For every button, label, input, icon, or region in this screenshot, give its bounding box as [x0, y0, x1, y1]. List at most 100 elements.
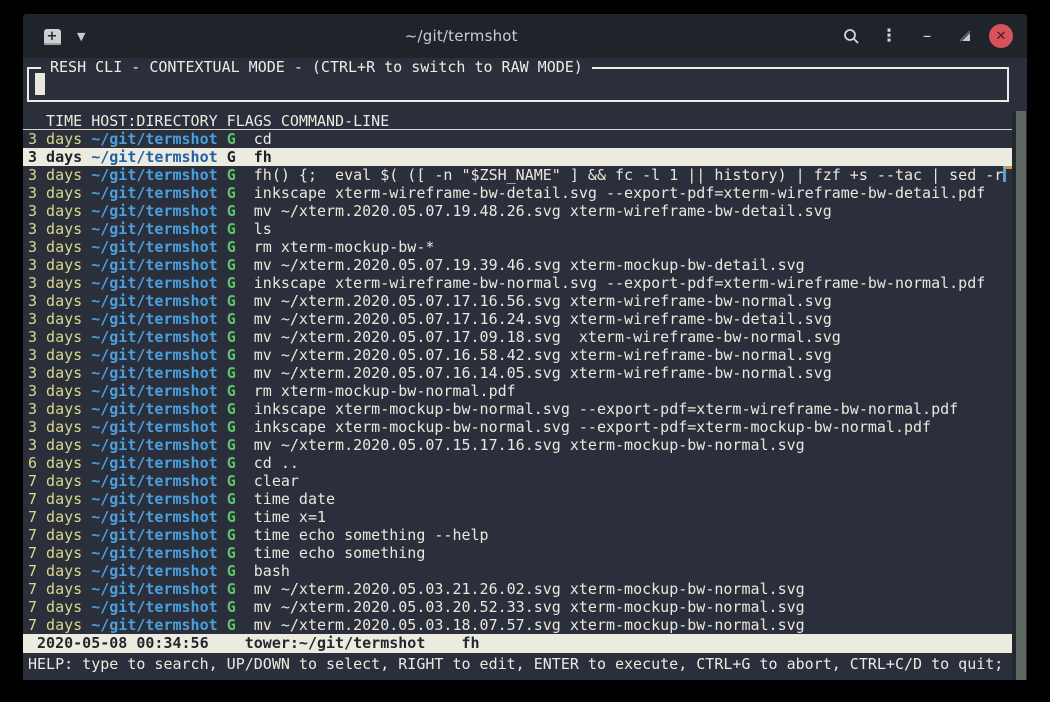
- scrollbar[interactable]: [1012, 111, 1027, 680]
- row-flag: G: [227, 346, 236, 364]
- row-time: 7 days: [28, 472, 82, 490]
- history-row[interactable]: 3 days ~/git/termshot G rm xterm-mockup-…: [23, 238, 1027, 256]
- row-flag: G: [227, 184, 236, 202]
- row-command: bash: [254, 562, 290, 580]
- row-flag: G: [227, 400, 236, 418]
- row-command: ls: [254, 220, 272, 238]
- history-row[interactable]: 3 days ~/git/termshot G mv ~/xterm.2020.…: [23, 292, 1027, 310]
- text-cursor: [35, 73, 45, 95]
- history-row[interactable]: 7 days ~/git/termshot G mv ~/xterm.2020.…: [23, 580, 1027, 598]
- row-directory: ~/git/termshot: [91, 166, 217, 184]
- row-time: 3 days: [28, 130, 82, 148]
- history-row[interactable]: 3 days ~/git/termshot G mv ~/xterm.2020.…: [23, 310, 1027, 328]
- history-row[interactable]: 3 days ~/git/termshot G fh() {; eval $( …: [23, 166, 1027, 184]
- scrollbar-thumb[interactable]: [1016, 111, 1026, 680]
- row-command: mv ~/xterm.2020.05.03.18.07.57.svg xterm…: [254, 616, 805, 634]
- minimize-button[interactable]: –: [913, 22, 941, 50]
- row-command: inkscape xterm-mockup-bw-normal.svg --ex…: [254, 418, 931, 436]
- history-row[interactable]: 7 days ~/git/termshot G time date: [23, 490, 1027, 508]
- history-row[interactable]: 3 days ~/git/termshot G inkscape xterm-w…: [23, 274, 1027, 292]
- row-command: time echo something: [254, 544, 426, 562]
- history-row[interactable]: 3 days ~/git/termshot G mv ~/xterm.2020.…: [23, 346, 1027, 364]
- row-time: 3 days: [28, 346, 82, 364]
- row-time: 3 days: [28, 256, 82, 274]
- history-row[interactable]: 7 days ~/git/termshot G clear: [23, 472, 1027, 490]
- row-flag: G: [227, 166, 236, 184]
- history-row[interactable]: 3 days ~/git/termshot G fh: [23, 148, 1027, 166]
- history-row[interactable]: 7 days ~/git/termshot G time echo someth…: [23, 526, 1027, 544]
- row-directory: ~/git/termshot: [91, 256, 217, 274]
- chevron-down-icon[interactable]: ▼: [77, 30, 85, 43]
- row-time: 6 days: [28, 454, 82, 472]
- history-row[interactable]: 3 days ~/git/termshot G mv ~/xterm.2020.…: [23, 202, 1027, 220]
- row-directory: ~/git/termshot: [91, 148, 217, 166]
- history-row[interactable]: 3 days ~/git/termshot G inkscape xterm-w…: [23, 184, 1027, 202]
- menu-button[interactable]: ⋮: [875, 22, 903, 50]
- new-tab-button[interactable]: +: [41, 27, 63, 45]
- history-row[interactable]: 7 days ~/git/termshot G time echo someth…: [23, 544, 1027, 562]
- history-row[interactable]: 3 days ~/git/termshot G ls: [23, 220, 1027, 238]
- row-directory: ~/git/termshot: [91, 490, 217, 508]
- row-command: time date: [254, 490, 335, 508]
- restore-icon: [959, 30, 971, 42]
- titlebar: + ▼ ~/git/termshot ⋮ –: [23, 14, 1027, 58]
- row-time: 3 days: [28, 400, 82, 418]
- row-time: 3 days: [28, 148, 82, 166]
- row-time: 3 days: [28, 364, 82, 382]
- row-flag: G: [227, 130, 236, 148]
- row-flag: G: [227, 310, 236, 328]
- row-time: 3 days: [28, 202, 82, 220]
- row-time: 3 days: [28, 328, 82, 346]
- row-directory: ~/git/termshot: [91, 274, 217, 292]
- row-directory: ~/git/termshot: [91, 418, 217, 436]
- close-button[interactable]: ✕: [989, 24, 1013, 48]
- row-directory: ~/git/termshot: [91, 292, 217, 310]
- history-row[interactable]: 3 days ~/git/termshot G mv ~/xterm.2020.…: [23, 436, 1027, 454]
- row-flag: G: [227, 238, 236, 256]
- row-command: clear: [254, 472, 299, 490]
- row-directory: ~/git/termshot: [91, 400, 217, 418]
- row-flag: G: [227, 328, 236, 346]
- row-time: 3 days: [28, 220, 82, 238]
- history-row[interactable]: 3 days ~/git/termshot G mv ~/xterm.2020.…: [23, 256, 1027, 274]
- row-flag: G: [227, 292, 236, 310]
- resh-search-input[interactable]: RESH CLI - CONTEXTUAL MODE - (CTRL+R to …: [27, 67, 1009, 102]
- row-command: mv ~/xterm.2020.05.07.17.09.18.svg xterm…: [254, 328, 841, 346]
- row-flag: G: [227, 364, 236, 382]
- row-time: 7 days: [28, 562, 82, 580]
- row-time: 7 days: [28, 490, 82, 508]
- row-time: 3 days: [28, 418, 82, 436]
- history-row[interactable]: 7 days ~/git/termshot G time x=1: [23, 508, 1027, 526]
- search-button[interactable]: [837, 22, 865, 50]
- row-directory: ~/git/termshot: [91, 580, 217, 598]
- row-command: mv ~/xterm.2020.05.07.17.16.56.svg xterm…: [254, 292, 832, 310]
- new-tab-icon: +: [44, 29, 61, 43]
- history-row[interactable]: 7 days ~/git/termshot G bash: [23, 562, 1027, 580]
- history-row[interactable]: 3 days ~/git/termshot G rm xterm-mockup-…: [23, 382, 1027, 400]
- row-time: 7 days: [28, 616, 82, 634]
- history-row[interactable]: 3 days ~/git/termshot G inkscape xterm-m…: [23, 400, 1027, 418]
- history-row[interactable]: 3 days ~/git/termshot G mv ~/xterm.2020.…: [23, 364, 1027, 382]
- row-time: 7 days: [28, 598, 82, 616]
- history-row[interactable]: 3 days ~/git/termshot G cd: [23, 130, 1027, 148]
- row-directory: ~/git/termshot: [91, 310, 217, 328]
- row-flag: G: [227, 526, 236, 544]
- row-command: time echo something --help: [254, 526, 489, 544]
- restore-button[interactable]: [951, 22, 979, 50]
- row-flag: G: [227, 544, 236, 562]
- history-row[interactable]: 7 days ~/git/termshot G mv ~/xterm.2020.…: [23, 616, 1027, 634]
- row-command: mv ~/xterm.2020.05.07.16.58.42.svg xterm…: [254, 346, 832, 364]
- row-directory: ~/git/termshot: [91, 382, 217, 400]
- row-time: 3 days: [28, 382, 82, 400]
- history-row[interactable]: 3 days ~/git/termshot G mv ~/xterm.2020.…: [23, 328, 1027, 346]
- kebab-menu-icon: ⋮: [881, 26, 898, 46]
- history-row[interactable]: 3 days ~/git/termshot G inkscape xterm-m…: [23, 418, 1027, 436]
- row-directory: ~/git/termshot: [91, 616, 217, 634]
- history-row[interactable]: 6 days ~/git/termshot G cd ..: [23, 454, 1027, 472]
- row-time: 3 days: [28, 166, 82, 184]
- history-list: 3 days ~/git/termshot G cd3 days ~/git/t…: [23, 130, 1027, 634]
- row-flag: G: [227, 490, 236, 508]
- history-row[interactable]: 7 days ~/git/termshot G mv ~/xterm.2020.…: [23, 598, 1027, 616]
- row-command: mv ~/xterm.2020.05.07.16.14.05.svg xterm…: [254, 364, 832, 382]
- row-directory: ~/git/termshot: [91, 364, 217, 382]
